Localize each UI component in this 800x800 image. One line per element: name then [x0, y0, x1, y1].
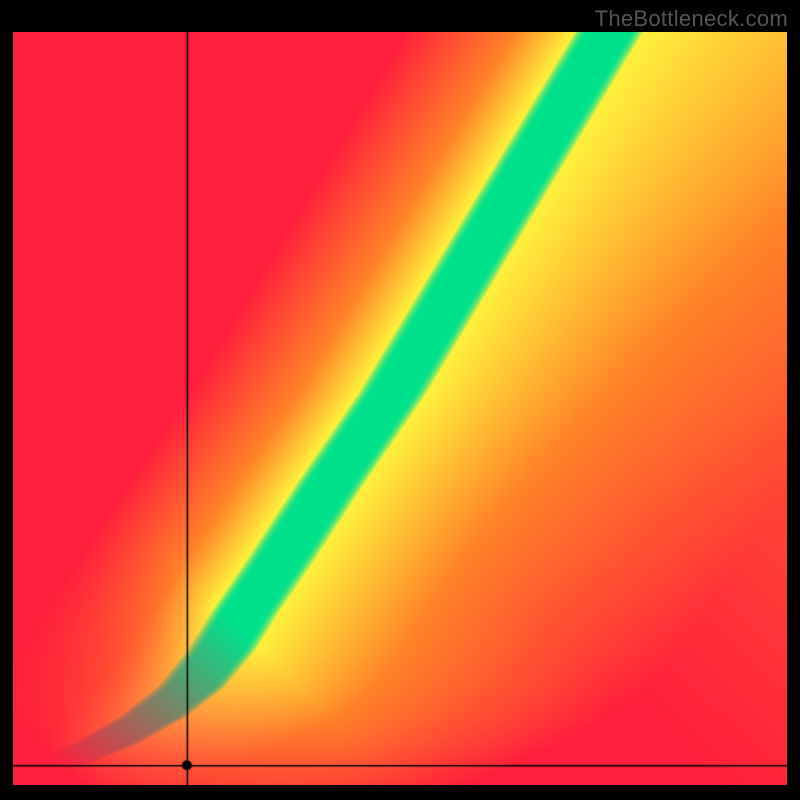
watermark-label: TheBottleneck.com [595, 6, 788, 32]
chart-container: TheBottleneck.com [0, 0, 800, 800]
heatmap-canvas [13, 32, 787, 785]
